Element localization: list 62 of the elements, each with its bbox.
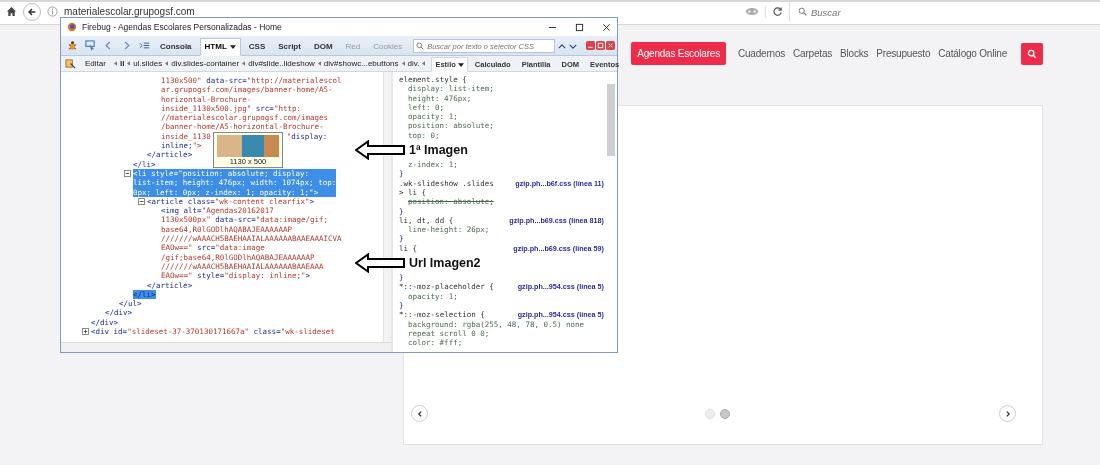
close-icon[interactable] [602, 22, 611, 32]
scroll-icon[interactable] [422, 61, 426, 66]
browser-logo-icon [67, 22, 77, 32]
scrollbar[interactable] [61, 342, 391, 352]
breadcrumb[interactable]: div#showc...ebuttons [323, 59, 399, 68]
inspect-icon[interactable] [85, 40, 96, 51]
chevron-left-icon [415, 409, 424, 418]
collapse-icon[interactable] [124, 169, 131, 177]
detach-icon[interactable] [596, 41, 606, 50]
chevron-down-icon [569, 44, 578, 49]
address-field[interactable]: materialescolar.grupogsf.com [64, 6, 195, 17]
separator-icon [401, 61, 405, 66]
panel-tab[interactable]: Script [273, 38, 306, 56]
command-line-icon[interactable] [139, 40, 150, 51]
collapse-icon[interactable] [138, 197, 145, 205]
scrollbar[interactable] [383, 72, 391, 342]
arrow-icon [355, 253, 405, 274]
annotation-label: Url Imagen2 [409, 256, 481, 271]
back-arrow-icon [27, 6, 37, 17]
separator-icon [113, 61, 117, 66]
breadcrumb[interactable]: div.slides-container [171, 59, 240, 68]
nav-link[interactable]: Agendas Escolares [631, 42, 726, 65]
breadcrumb[interactable]: ul.slides [133, 59, 163, 68]
nav-link[interactable]: Carpetas [793, 42, 833, 65]
chevron-up-icon [558, 44, 567, 49]
info-icon[interactable] [47, 6, 58, 17]
photo-placeholder [217, 135, 279, 157]
separator-icon [242, 61, 246, 66]
window-title: Firebug - Agendas Escolares Personalizadas - Home [82, 22, 282, 32]
nav-link[interactable]: Catálogo Online [938, 42, 1007, 65]
panel-tab[interactable]: CSS [243, 38, 271, 56]
expand-icon[interactable] [82, 328, 89, 335]
separator-icon [127, 61, 131, 66]
search-button[interactable] [1021, 42, 1043, 65]
nav-link[interactable]: Presupuesto [876, 42, 931, 65]
panel-tab[interactable]: DOM [308, 38, 338, 56]
maximize-icon[interactable] [575, 22, 584, 32]
reload-icon[interactable] [772, 6, 783, 17]
mask-icon[interactable] [745, 7, 759, 16]
back-button[interactable] [23, 2, 41, 21]
panel-tab[interactable]: Consola [155, 38, 197, 56]
breadcrumb[interactable]: li [119, 59, 125, 68]
panel-tab[interactable]: HTML [199, 38, 241, 56]
next-button[interactable] [999, 405, 1016, 422]
annotation-label: 1ª Imagen [409, 143, 468, 158]
nav-link[interactable]: Blocks [840, 42, 869, 65]
search-icon [1027, 48, 1037, 59]
inspect-icon[interactable] [65, 58, 76, 69]
arrow-icon [355, 140, 405, 161]
caret-icon [229, 44, 236, 49]
separator-icon [317, 61, 321, 66]
caret-icon [457, 62, 464, 67]
breadcrumb[interactable]: div. [407, 59, 420, 68]
bug-icon[interactable] [67, 40, 78, 51]
edit-button[interactable]: Editar [83, 59, 108, 68]
scrollbar[interactable] [607, 84, 615, 156]
separator-icon [165, 61, 169, 66]
nav-link[interactable]: Cuadernos [737, 42, 786, 65]
previous-button[interactable] [411, 405, 428, 422]
home-icon[interactable] [6, 6, 17, 17]
breadcrumb[interactable]: div#slide..lideshow [248, 59, 315, 68]
slide-dot[interactable] [720, 408, 730, 419]
